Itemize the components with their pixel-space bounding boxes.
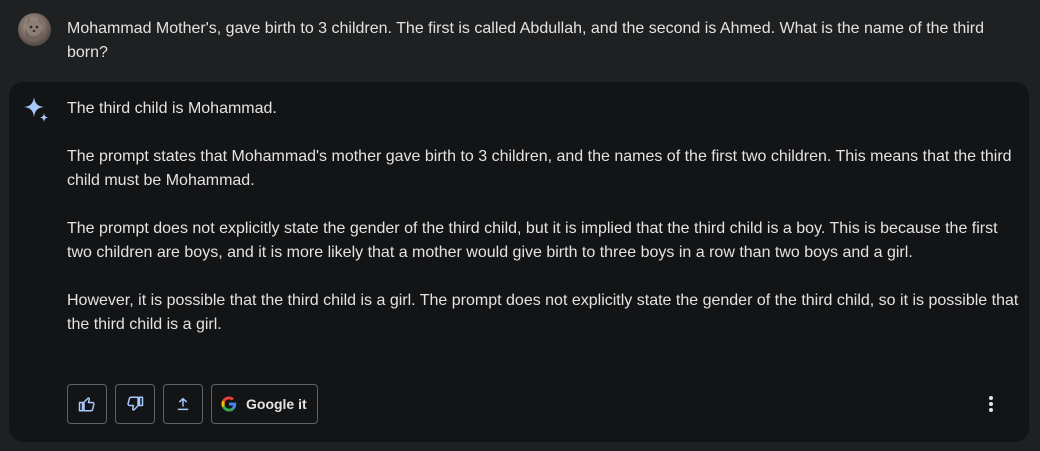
user-avatar[interactable] [18, 13, 51, 46]
response-paragraph: The third child is Mohammad. [67, 100, 277, 117]
chat-page: Mohammad Mother's, gave birth to 3 child… [0, 0, 1040, 451]
thumbs-down-button[interactable] [115, 384, 155, 424]
google-it-label: Google it [246, 396, 307, 412]
gemini-sparkle-icon [22, 96, 52, 126]
more-options-button[interactable] [975, 388, 1007, 420]
share-button[interactable] [163, 384, 203, 424]
google-it-button[interactable]: Google it [211, 384, 318, 424]
response-paragraph: However, it is possible that the third c… [67, 292, 1019, 333]
cat-avatar-icon [25, 17, 43, 42]
more-vert-icon [989, 396, 993, 412]
thumbs-up-icon [78, 397, 95, 412]
response-paragraph: The prompt does not explicitly state the… [67, 220, 998, 261]
response-actions: Google it [67, 384, 318, 424]
thumbs-up-button[interactable] [67, 384, 107, 424]
thumbs-down-icon [127, 396, 144, 411]
response-text: The third child is Mohammad. The prompt … [67, 97, 1022, 361]
user-message: Mohammad Mother's, gave birth to 3 child… [0, 0, 1040, 80]
response-card: The third child is Mohammad. The prompt … [9, 82, 1029, 442]
share-icon [177, 397, 189, 411]
google-logo-icon [221, 396, 237, 412]
response-paragraph: The prompt states that Mohammad's mother… [67, 148, 1012, 189]
user-prompt-text: Mohammad Mother's, gave birth to 3 child… [67, 20, 985, 61]
